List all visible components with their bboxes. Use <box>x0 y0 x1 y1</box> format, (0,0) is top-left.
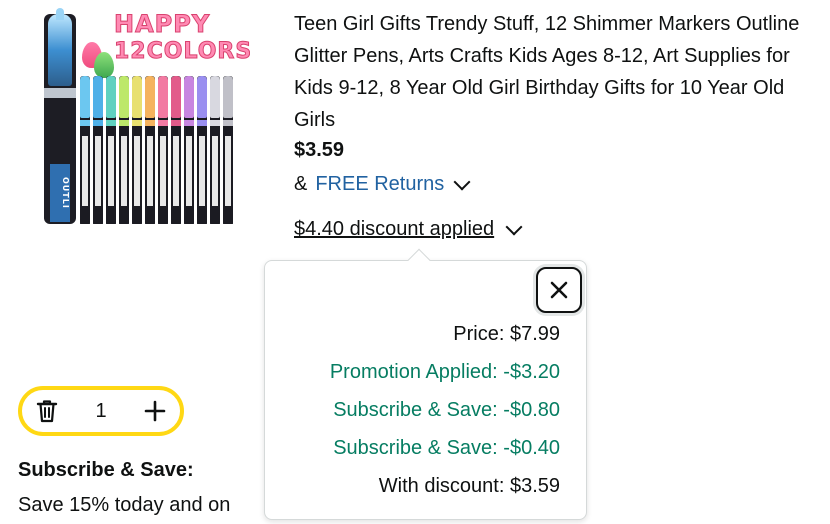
discount-applied-link[interactable]: $4.40 discount applied <box>294 218 494 241</box>
close-button[interactable] <box>536 267 582 313</box>
product-image[interactable]: OUTLI HAPPY 12COLORS <box>38 8 250 224</box>
product-price: $3.59 <box>294 139 345 161</box>
subscribe-save-title: Subscribe & Save: <box>18 459 194 481</box>
breakdown-subscribe-save-1: Subscribe & Save: -$0.80 <box>333 399 560 421</box>
subscribe-save-description: Save 15% today and on <box>18 494 231 516</box>
breakdown-promotion: Promotion Applied: -$3.20 <box>329 361 560 383</box>
image-headline-2: 12COLORS <box>113 39 250 64</box>
chevron-down-icon[interactable] <box>453 173 471 190</box>
big-marker-graphic: OUTLI <box>44 8 76 224</box>
trash-icon[interactable] <box>36 399 58 423</box>
price-breakdown: Price: $7.99 Promotion Applied: -$3.20 S… <box>330 321 560 511</box>
chevron-down-icon[interactable] <box>505 218 523 235</box>
breakdown-with-discount: With discount: $3.59 <box>378 475 560 497</box>
quantity-value: 1 <box>95 399 107 422</box>
marker-set-graphic <box>80 76 233 224</box>
close-icon <box>550 281 568 299</box>
quantity-stepper[interactable]: 1 <box>18 386 184 436</box>
cart-item-page: OUTLI HAPPY 12COLORS Teen Girl Gifts Tre… <box>0 0 830 524</box>
free-returns-link[interactable]: FREE Returns <box>315 173 444 196</box>
plus-icon[interactable] <box>144 400 166 422</box>
returns-prefix: & <box>294 173 308 195</box>
breakdown-subscribe-save-2: Subscribe & Save: -$0.40 <box>333 437 560 459</box>
breakdown-price: Price: $7.99 <box>453 323 560 345</box>
image-headline-1: HAPPY <box>113 10 211 38</box>
product-title[interactable]: Teen Girl Gifts Trendy Stuff, 12 Shimmer… <box>294 8 824 136</box>
returns-row: & FREE Returns <box>294 173 471 196</box>
discount-breakdown-popover: Price: $7.99 Promotion Applied: -$3.20 S… <box>264 248 587 520</box>
marker-label-text: OUTLI <box>50 164 70 222</box>
popover-arrow <box>407 248 431 272</box>
discount-row: $4.40 discount applied <box>294 218 523 241</box>
